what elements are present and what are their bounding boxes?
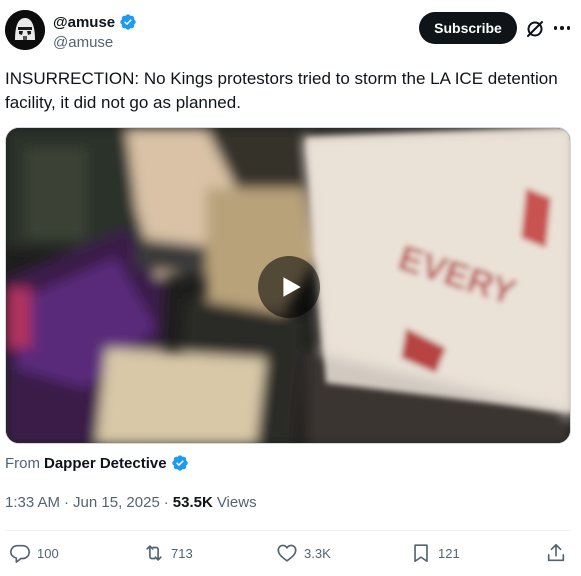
meta-separator: · (163, 494, 169, 511)
grok-slash-icon[interactable] (525, 19, 545, 39)
author-handle[interactable]: @amuse (53, 34, 113, 51)
source-account-link[interactable]: Dapper Detective (44, 455, 167, 472)
avatar-stormtrooper-image (5, 10, 45, 50)
tweet-text: INSURRECTION: No Kings protestors tried … (5, 69, 558, 112)
tweet-metadata: 1:33 AM · Jun 15, 2025 · 53.5K Views (5, 494, 257, 511)
reply-count: 100 (37, 545, 59, 561)
share-button[interactable] (545, 542, 567, 564)
verified-badge-icon (171, 455, 188, 471)
more-horizontal-icon[interactable] (551, 18, 573, 38)
video-attribution: From Dapper Detective (5, 454, 189, 472)
repost-button[interactable]: 713 (143, 542, 193, 564)
author-name-row[interactable]: @amuse (53, 13, 137, 31)
from-label: From (5, 454, 40, 472)
like-button[interactable]: 3.3K (276, 542, 331, 564)
subscribe-button[interactable]: Subscribe (419, 12, 517, 44)
views-count: 53.5K (172, 494, 213, 511)
bookmark-count: 121 (438, 545, 460, 561)
action-bar: 100 713 3.3K 121 (0, 540, 581, 570)
like-count: 3.3K (304, 545, 331, 561)
bookmark-button[interactable]: 121 (410, 542, 460, 564)
verified-badge-icon (120, 14, 136, 30)
heart-icon (277, 544, 297, 562)
repost-count: 713 (171, 545, 193, 561)
avatar[interactable] (5, 10, 45, 50)
tweet-header: @amuse @amuse Subscribe (0, 0, 581, 64)
bookmark-icon (414, 544, 428, 563)
author-display-name[interactable]: @amuse (53, 14, 115, 31)
divider (5, 530, 571, 531)
share-icon (547, 543, 565, 562)
views-label: Views (216, 494, 257, 511)
tweet-date[interactable]: Jun 15, 2025 (73, 494, 160, 511)
tweet-time[interactable]: 1:33 AM (5, 494, 60, 511)
play-button[interactable] (258, 256, 320, 318)
play-icon (283, 277, 301, 297)
video-player[interactable]: EVERY (5, 127, 571, 444)
meta-separator: · (64, 494, 70, 511)
repost-icon (146, 545, 162, 561)
reply-button[interactable]: 100 (9, 542, 59, 564)
reply-icon (10, 544, 30, 563)
